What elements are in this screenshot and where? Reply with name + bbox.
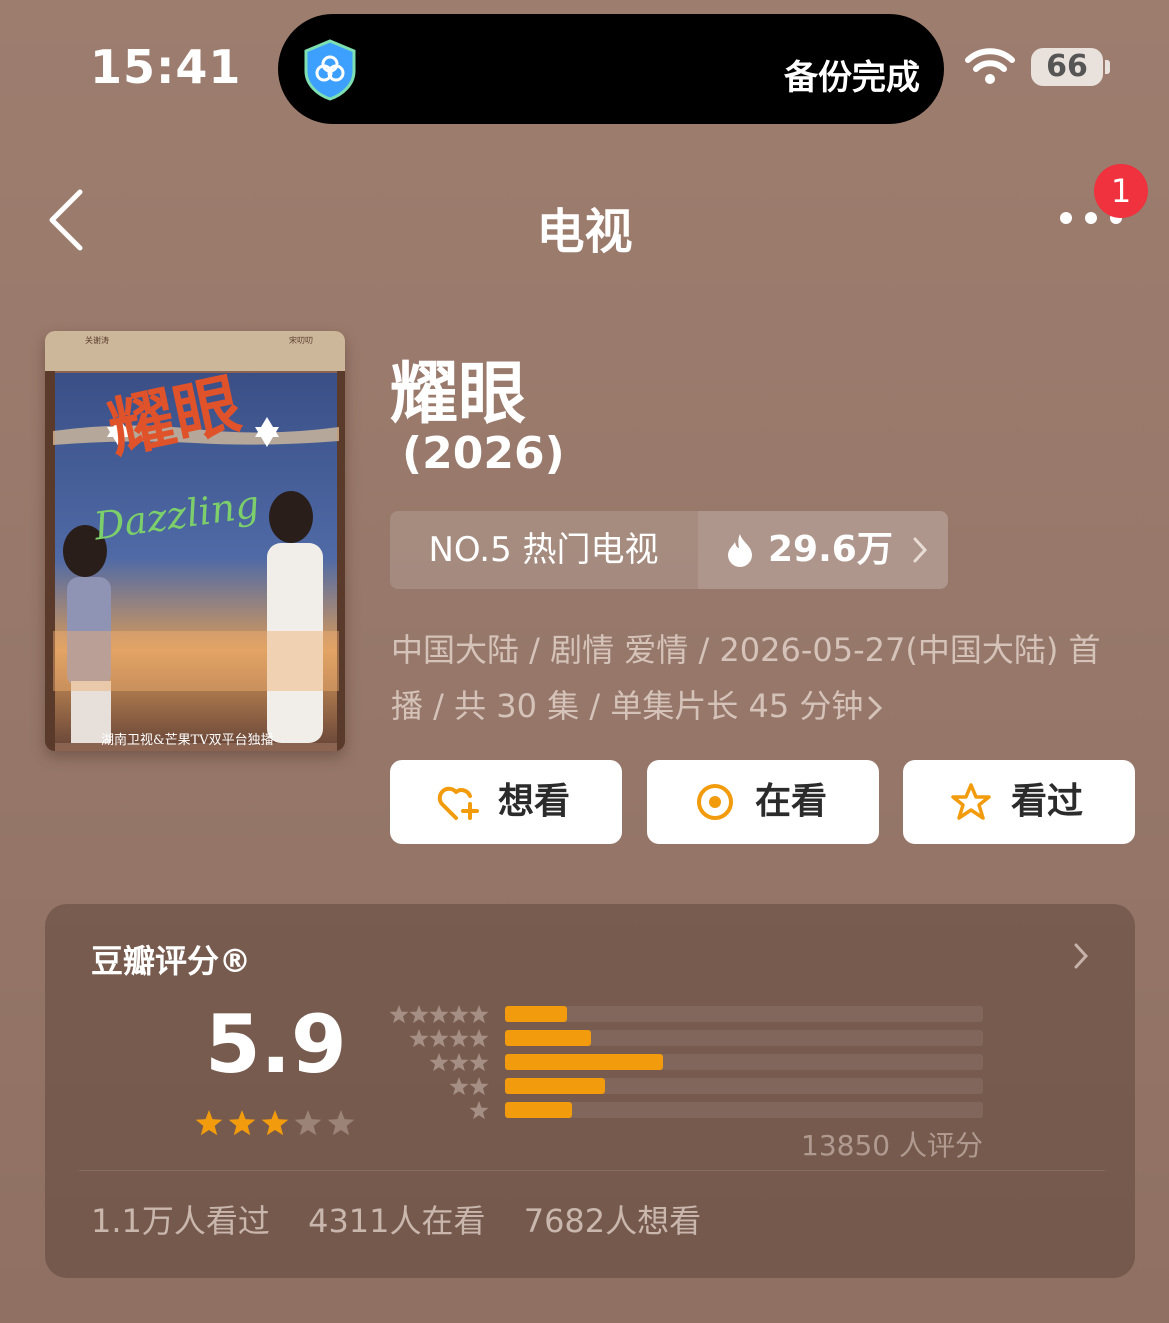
distribution-star — [449, 1005, 469, 1024]
shield-icon — [304, 39, 356, 101]
poster-image[interactable]: 耀眼 Dazzling 关谢涛 宋叨叨 湖南卫视&芒果TV双平台独播 — [45, 331, 345, 751]
show-title: 耀眼 — [390, 355, 527, 434]
rating-star — [195, 1110, 223, 1136]
distribution-star — [469, 1029, 489, 1048]
distribution-bar-fill — [505, 1078, 605, 1094]
wifi-icon — [965, 48, 1015, 84]
distribution-star — [469, 1005, 489, 1024]
rank-badge[interactable]: NO.5 热门电视 29.6万 — [390, 511, 948, 589]
heart-plus-icon — [437, 786, 479, 820]
watched-button[interactable]: 看过 — [903, 760, 1135, 844]
notification-badge: 1 — [1094, 164, 1148, 218]
watching-count: 4311人在看 — [308, 1202, 486, 1240]
show-meta[interactable]: 中国大陆 / 剧情 爱情 / 2026-05-27(中国大陆) 首 播 / 共 … — [391, 622, 1131, 734]
distribution-bar-3-star — [505, 1054, 983, 1070]
distribution-star — [469, 1053, 489, 1072]
watching-label: 在看 — [755, 781, 828, 822]
rating-title: 豆瓣评分® — [91, 942, 252, 980]
distribution-star — [449, 1077, 469, 1096]
dynamic-island[interactable]: 备份完成 — [278, 14, 944, 124]
hot-count-section[interactable]: 29.6万 — [698, 511, 948, 589]
hot-count: 29.6万 — [768, 529, 893, 570]
flame-icon — [728, 534, 752, 567]
distribution-star — [429, 1005, 449, 1024]
distribution-star — [429, 1053, 449, 1072]
backup-status: 备份完成 — [784, 58, 920, 98]
battery-tip — [1105, 60, 1110, 74]
distribution-star — [469, 1077, 489, 1096]
distribution-bar-fill — [505, 1006, 567, 1022]
distribution-stars — [389, 1005, 489, 1120]
star-outline-icon — [951, 783, 991, 820]
battery-indicator: 66 — [1031, 48, 1103, 86]
rating-star — [327, 1110, 355, 1136]
distribution-star — [409, 1029, 429, 1048]
rating-score: 5.9 — [205, 998, 347, 1091]
watched-label: 看过 — [1011, 781, 1084, 822]
distribution-bar-fill — [505, 1030, 591, 1046]
raters-count: 13850 人评分 — [801, 1129, 983, 1162]
distribution-bar-1-star — [505, 1102, 983, 1118]
poster-credit-left: 关谢涛 — [85, 335, 109, 345]
watching-button[interactable]: 在看 — [647, 760, 879, 844]
rating-star — [228, 1110, 256, 1136]
distribution-bar-5-star — [505, 1006, 983, 1022]
watch-stats: 1.1万人看过 4311人在看 7682人想看 — [91, 1196, 729, 1242]
distribution-bar-4-star — [505, 1030, 983, 1046]
distribution-star — [449, 1053, 469, 1072]
score-stars — [195, 1110, 355, 1136]
show-year: (2026) — [402, 428, 565, 479]
rating-star — [294, 1110, 322, 1136]
want-label: 想看 — [498, 781, 571, 822]
distribution-bar-fill — [505, 1054, 663, 1070]
want-button[interactable]: 想看 — [390, 760, 622, 844]
poster-credit-right: 宋叨叨 — [289, 335, 313, 345]
status-time: 15:41 — [90, 40, 242, 94]
want-count: 7682人想看 — [523, 1202, 702, 1240]
distribution-star — [429, 1029, 449, 1048]
rating-star — [261, 1110, 289, 1136]
rank-label: NO.5 热门电视 — [428, 530, 659, 570]
meta-line-2: 播 / 共 30 集 / 单集片长 45 分钟 — [391, 687, 864, 725]
chevron-right-icon — [913, 537, 928, 563]
distribution-bar-2-star — [505, 1078, 983, 1094]
poster-broadcast: 湖南卫视&芒果TV双平台独播 — [101, 732, 274, 748]
distribution-star — [449, 1029, 469, 1048]
distribution-star — [389, 1005, 409, 1024]
distribution-star — [409, 1005, 429, 1024]
chevron-right-icon — [868, 696, 883, 720]
watched-count: 1.1万人看过 — [91, 1202, 270, 1240]
divider — [79, 1170, 1105, 1171]
target-icon — [697, 784, 733, 820]
meta-line-1: 中国大陆 / 剧情 爱情 / 2026-05-27(中国大陆) 首 — [391, 631, 1101, 669]
rating-card[interactable]: 豆瓣评分® 5.9 13850 人评分 1.1万人看过 4311人在看 7682… — [45, 904, 1135, 1278]
chevron-right-icon[interactable] — [1073, 942, 1089, 970]
distribution-bar-fill — [505, 1102, 572, 1118]
page-title: 电视 — [536, 204, 633, 260]
distribution-star — [469, 1101, 489, 1120]
